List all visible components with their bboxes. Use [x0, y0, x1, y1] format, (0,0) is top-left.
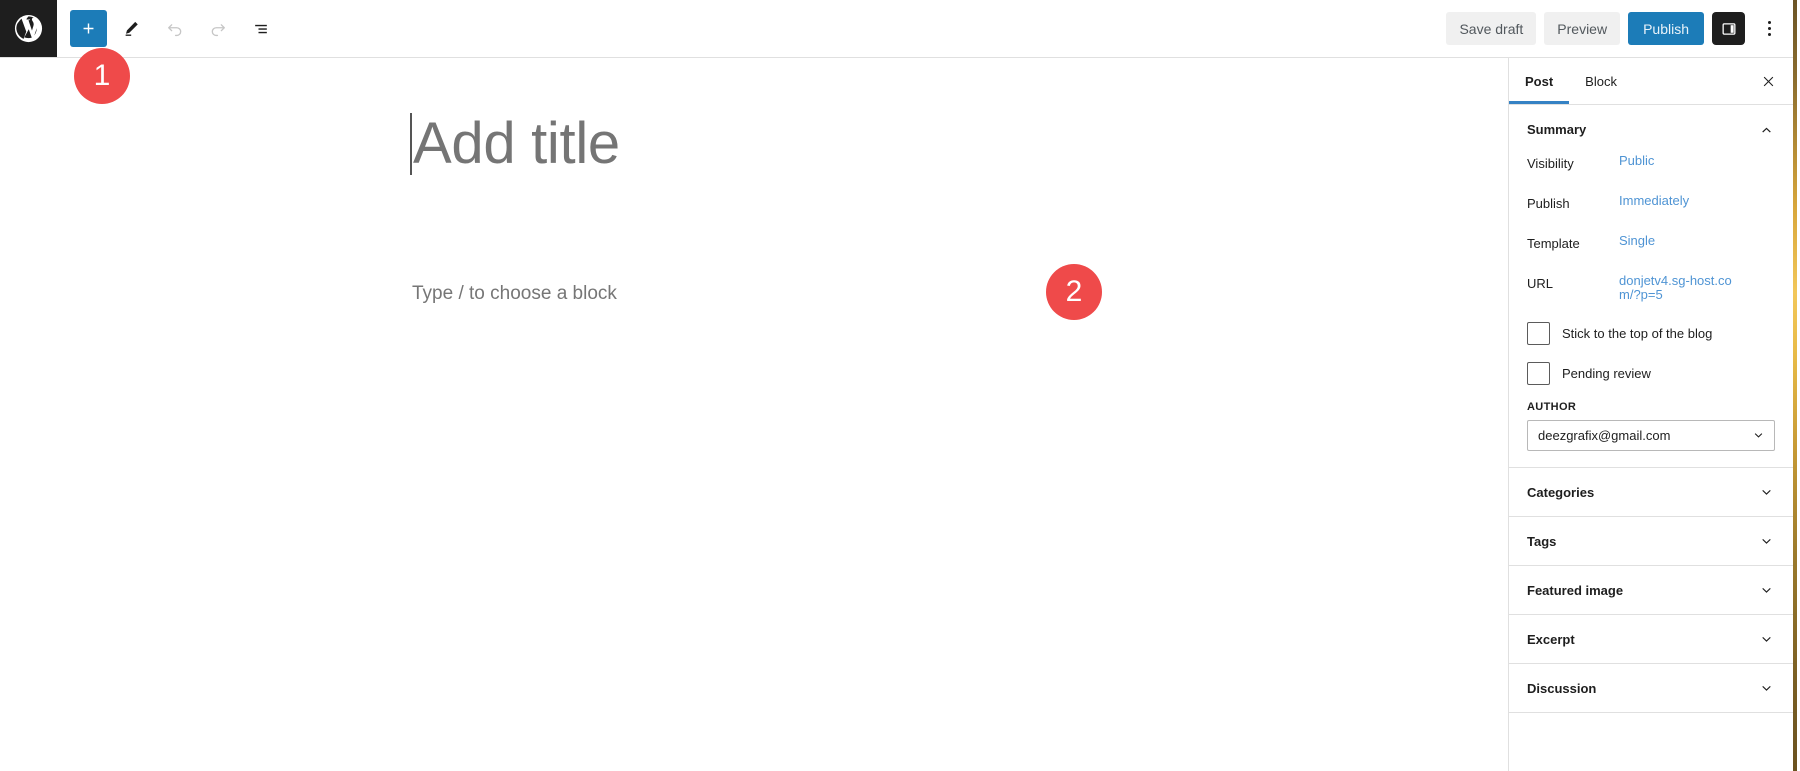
document-overview-button[interactable]: [242, 10, 279, 47]
excerpt-panel-header[interactable]: Excerpt: [1509, 615, 1793, 663]
block-placeholder-text[interactable]: Type / to choose a block: [412, 283, 617, 305]
editor-canvas[interactable]: Add title Type / to choose a block: [0, 58, 1508, 771]
pending-review-checkbox[interactable]: [1527, 361, 1550, 385]
summary-row-template: Template Single: [1527, 233, 1775, 273]
excerpt-panel: Excerpt: [1509, 615, 1793, 664]
block-inserter-toggle-button[interactable]: [70, 10, 107, 47]
summary-panel: Summary Visibility Public Publish Immedi…: [1509, 105, 1793, 468]
undo-icon: [167, 23, 181, 36]
publish-label: Publish: [1527, 196, 1570, 211]
categories-panel: Categories: [1509, 468, 1793, 517]
chevron-down-icon[interactable]: [1758, 533, 1775, 550]
summary-row-url: URL donjetv4.sg-host.com/?p=5: [1527, 273, 1775, 313]
kebab-menu-icon: [1768, 21, 1771, 36]
text-caret: [410, 113, 412, 175]
header-actions: Save draft Preview Publish: [1446, 12, 1800, 45]
post-title-area[interactable]: Add title: [410, 113, 620, 175]
sticky-post-row: Stick to the top of the blog: [1527, 313, 1775, 353]
summary-row-visibility: Visibility Public: [1527, 153, 1775, 193]
redo-button[interactable]: [199, 10, 236, 47]
summary-panel-body: Visibility Public Publish Immediately Te…: [1509, 153, 1793, 467]
pencil-icon: [125, 21, 138, 36]
chevron-down-icon[interactable]: [1758, 582, 1775, 599]
close-icon: [1763, 76, 1773, 86]
visibility-label: Visibility: [1527, 156, 1574, 171]
author-selected-value: deezgrafix@gmail.com: [1538, 428, 1671, 443]
discussion-panel-header[interactable]: Discussion: [1509, 664, 1793, 712]
annotation-badge-1: 1: [74, 48, 130, 104]
publish-button[interactable]: Publish: [1628, 12, 1704, 45]
publish-value-button[interactable]: Immediately: [1619, 193, 1689, 208]
excerpt-panel-title: Excerpt: [1527, 631, 1575, 647]
close-sidebar-button[interactable]: [1753, 66, 1783, 96]
sticky-post-label: Stick to the top of the blog: [1562, 325, 1713, 341]
categories-panel-title: Categories: [1527, 484, 1595, 500]
tags-panel-title: Tags: [1527, 533, 1557, 549]
save-draft-button[interactable]: Save draft: [1446, 12, 1537, 45]
sidebar-tab-bar: Post Block: [1509, 58, 1793, 105]
settings-sidebar-toggle-button[interactable]: [1712, 12, 1745, 45]
tab-block[interactable]: Block: [1569, 58, 1633, 104]
list-view-icon: [254, 24, 267, 33]
sidebar-panel-icon: [1722, 22, 1735, 35]
tags-panel-header[interactable]: Tags: [1509, 517, 1793, 565]
url-value-button[interactable]: donjetv4.sg-host.com/?p=5: [1619, 273, 1739, 303]
sticky-post-checkbox[interactable]: [1527, 321, 1550, 345]
tab-post[interactable]: Post: [1509, 58, 1569, 104]
author-select[interactable]: deezgrafix@gmail.com: [1527, 420, 1775, 451]
discussion-panel: Discussion: [1509, 664, 1793, 713]
template-value-button[interactable]: Single: [1619, 233, 1655, 248]
redo-icon: [211, 23, 225, 36]
pending-review-row: Pending review: [1527, 353, 1775, 393]
pending-review-label: Pending review: [1562, 365, 1651, 381]
summary-panel-header[interactable]: Summary: [1509, 105, 1793, 153]
summary-row-publish: Publish Immediately: [1527, 193, 1775, 233]
wordpress-block-editor: Save draft Preview Publish Add title Typ…: [0, 0, 1800, 771]
preview-button[interactable]: Preview: [1544, 12, 1621, 45]
post-title-placeholder[interactable]: Add title: [413, 113, 620, 175]
visibility-value-button[interactable]: Public: [1619, 153, 1654, 168]
categories-panel-header[interactable]: Categories: [1509, 468, 1793, 516]
template-label: Template: [1527, 236, 1580, 251]
featured-image-panel-title: Featured image: [1527, 582, 1624, 598]
wordpress-logo-icon[interactable]: [0, 0, 57, 57]
featured-image-panel: Featured image: [1509, 566, 1793, 615]
chevron-down-icon: [1754, 433, 1763, 438]
featured-image-panel-header[interactable]: Featured image: [1509, 566, 1793, 614]
editor-header-toolbar: Save draft Preview Publish: [0, 0, 1800, 58]
settings-sidebar: Post Block Summary Visibility Public Pub…: [1508, 58, 1793, 771]
author-section-label: AUTHOR: [1527, 401, 1577, 413]
summary-panel-title: Summary: [1527, 121, 1587, 137]
tags-panel: Tags: [1509, 517, 1793, 566]
chevron-down-icon[interactable]: [1758, 484, 1775, 501]
plus-icon: [83, 23, 94, 34]
chevron-down-icon[interactable]: [1758, 631, 1775, 648]
header-tool-group: [57, 10, 279, 47]
discussion-panel-title: Discussion: [1527, 680, 1597, 696]
tools-edit-mode-button[interactable]: [113, 10, 150, 47]
chevron-up-icon[interactable]: [1758, 121, 1775, 138]
undo-button[interactable]: [156, 10, 193, 47]
annotation-badge-2: 2: [1046, 264, 1102, 320]
options-menu-button[interactable]: [1753, 12, 1786, 45]
url-label: URL: [1527, 276, 1554, 291]
chevron-down-icon[interactable]: [1758, 680, 1775, 697]
